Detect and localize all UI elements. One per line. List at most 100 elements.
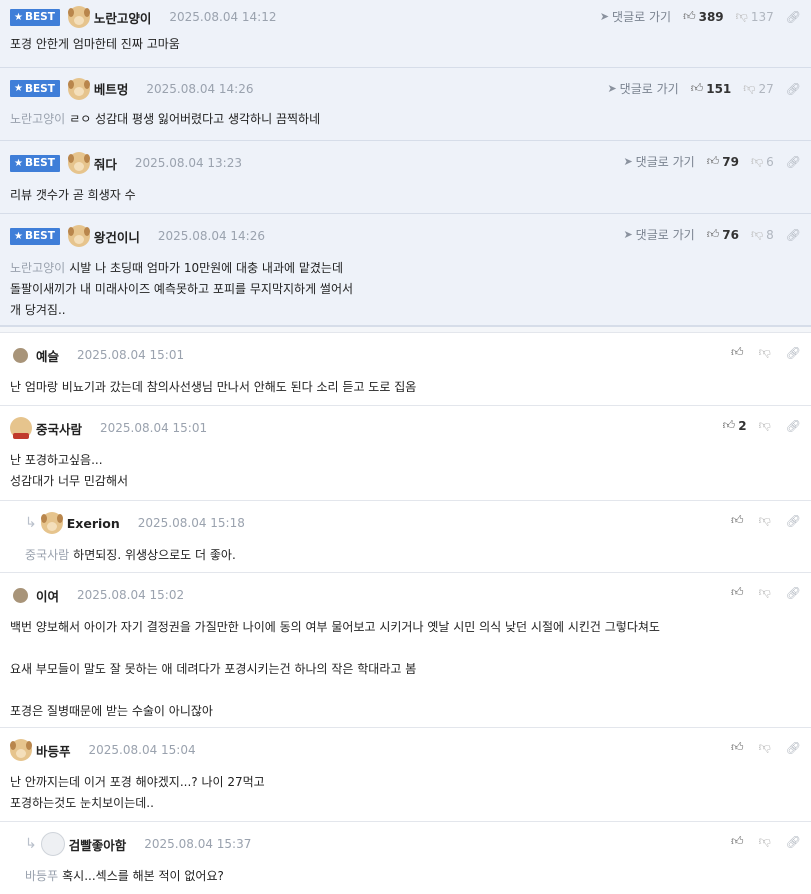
avatar[interactable] [67,152,90,174]
goto-comment-link[interactable]: ➤ 댓글로 가기 [600,8,671,25]
thumbs-down-icon: 👎︎ [758,345,771,359]
paper-plane-icon: ➤ [623,155,633,168]
comment-date: 2025.08.04 15:37 [144,837,252,851]
downvote-button[interactable]: 👎︎ [759,834,774,849]
link-icon[interactable]: 🔗︎ [786,835,801,849]
upvote-button[interactable]: 👍︎ 79 [707,154,739,169]
paper-plane-icon: ➤ [607,82,617,95]
avatar[interactable] [40,512,63,534]
link-icon[interactable]: 🔗︎ [786,10,801,24]
link-icon[interactable]: 🔗︎ [786,741,801,755]
best-divider [0,326,811,333]
upvote-button[interactable]: 👍︎ [731,345,747,360]
best-badge: ★ BEST [10,154,60,172]
downvote-button[interactable]: 👎︎ [759,585,774,600]
comment-author[interactable]: Exerion [67,516,120,531]
thumbs-up-icon: 👍︎ [683,9,696,23]
best-badge: ★ BEST [10,80,60,97]
comment-list: ★ BEST 노란고양이 2025.08.04 14:12 포경 안한게 엄마한테… [0,0,811,894]
upvote-button[interactable]: 👍︎ [731,585,747,600]
upvote-button[interactable]: 👍︎ [731,513,747,528]
goto-comment-link[interactable]: ➤ 댓글로 가기 [623,226,694,243]
thumbs-down-icon: 👎︎ [758,740,771,754]
thumbs-up-icon: 👍︎ [731,740,744,754]
thumbs-up-icon: 👍︎ [706,154,720,168]
link-icon[interactable]: 🔗︎ [786,514,801,528]
link-icon[interactable]: 🔗︎ [786,346,801,360]
avatar[interactable] [67,6,90,28]
comment-author[interactable]: 베트멍 [94,79,129,98]
comment-body: 난 포경하고싶음... 성감대가 너무 민감해서 [10,453,129,488]
avatar[interactable] [40,832,65,856]
comment-author[interactable]: 바등푸 [36,741,71,760]
downvote-button[interactable]: 👎︎ 6 [751,154,774,169]
thumbs-down-icon: 👎︎ [750,227,764,241]
downvote-button[interactable]: 👎︎ [759,418,774,433]
comment-author[interactable]: 중국사람 [36,419,82,438]
link-icon[interactable]: 🔗︎ [786,155,801,169]
comment-date: 2025.08.04 15:02 [77,588,185,602]
thumbs-up-icon: 👍︎ [731,585,744,599]
paper-plane-icon: ➤ [599,10,610,23]
best-comment: ★ BEST 베트멍 2025.08.04 14:26 노란고양이 ㄹㅇ 성감대 평… [0,68,811,141]
avatar[interactable] [67,77,90,100]
comment-author[interactable]: 예슬 [36,346,59,365]
thumbs-down-icon: 👎︎ [758,513,771,527]
link-icon[interactable]: 🔗︎ [786,228,801,242]
comment: 중국사람 2025.08.04 15:01 난 포경하고싶음... 성감대가 너… [0,406,811,501]
goto-comment-link[interactable]: ➤ 댓글로 가기 [607,80,678,97]
upvote-button[interactable]: 👍︎ 2 [723,418,747,433]
comment-date: 2025.08.04 15:18 [137,516,245,530]
comment-author[interactable]: 왕건이니 [94,227,140,246]
avatar[interactable] [10,417,32,439]
avatar[interactable] [67,225,90,247]
mention-link[interactable]: 노란고양이 [10,112,65,126]
comment-author[interactable]: 이여 [36,586,59,605]
downvote-button[interactable]: 👎︎ 137 [736,9,774,24]
upvote-button[interactable]: 👍︎ [731,740,747,755]
best-badge: ★ BEST [10,8,60,26]
avatar[interactable] [13,587,28,603]
thumbs-up-icon: 👍︎ [731,834,744,848]
goto-comment-link[interactable]: ➤ 댓글로 가기 [623,153,694,170]
link-icon[interactable]: 🔗︎ [786,82,801,96]
upvote-button[interactable]: 👍︎ [731,834,747,849]
downvote-button[interactable]: 👎︎ 8 [751,227,774,242]
thumbs-up-icon: 👍︎ [722,418,736,432]
star-icon: ★ [14,157,23,169]
thumbs-down-icon: 👎︎ [758,585,771,599]
downvote-button[interactable]: 👎︎ [759,740,774,755]
upvote-button[interactable]: 👍︎ 151 [691,81,732,96]
comment-date: 2025.08.04 15:04 [88,743,196,757]
mention-link[interactable]: 중국사람 [25,548,69,562]
best-comment: ★ BEST 노란고양이 2025.08.04 14:12 포경 안한게 엄마한테… [0,0,811,68]
upvote-button[interactable]: 👍︎ 389 [683,9,724,24]
link-icon[interactable]: 🔗︎ [786,586,801,600]
thumbs-up-icon: 👍︎ [731,513,744,527]
comment-date: 2025.08.04 15:01 [100,421,208,435]
comment-body: 난 엄마랑 비뇨기과 갔는데 참의사선생님 만나서 안해도 된다 소리 듣고 도… [10,380,417,394]
comment-author[interactable]: 노란고양이 [94,8,152,27]
comment-author[interactable]: 줘다 [94,154,117,173]
comment-body: 리뷰 갯수가 곧 희생자 수 [10,188,136,202]
thumbs-up-icon: 👍︎ [690,81,704,95]
thumbs-down-icon: 👎︎ [743,81,756,95]
downvote-button[interactable]: 👎︎ [759,513,774,528]
mention-link[interactable]: 바등푸 [25,869,58,883]
comment-body: 노란고양이 ㄹㅇ 성감대 평생 잃어버렸다고 생각하니 끔찍하네 [10,112,321,126]
avatar[interactable] [13,347,28,363]
star-icon: ★ [14,11,23,23]
downvote-button[interactable]: 👎︎ 27 [743,81,773,96]
comment: 예슬 2025.08.04 15:01 난 엄마랑 비뇨기과 갔는데 참의사선생… [0,333,811,406]
comment-date: 2025.08.04 14:26 [146,81,254,96]
comment-author[interactable]: 검빨좋아함 [69,835,127,854]
link-icon[interactable]: 🔗︎ [786,419,801,433]
downvote-button[interactable]: 👎︎ [759,345,774,360]
best-comment: ★ BEST 왕건이니 2025.08.04 14:26 노란고양이 시발 나 초딩… [0,214,811,326]
best-comment: ★ BEST 줘다 2025.08.04 13:23 리뷰 갯수가 곧 희생자 수… [0,141,811,214]
comment-body: 포경 안한게 엄마한테 진짜 고마움 [10,37,180,51]
avatar[interactable] [10,739,32,761]
best-badge: ★ BEST [10,227,60,245]
upvote-button[interactable]: 👍︎ 76 [707,227,739,242]
mention-link[interactable]: 노란고양이 [10,261,65,275]
